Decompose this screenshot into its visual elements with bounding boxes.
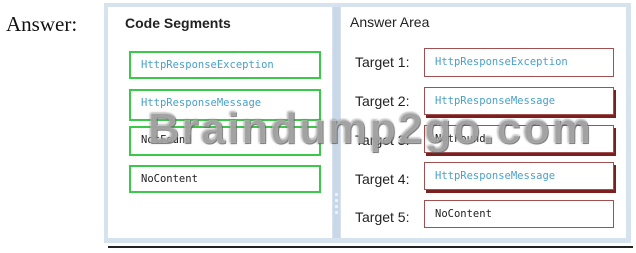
target-label: Target 1: <box>355 54 410 70</box>
code-segments-title: Code Segments <box>125 15 231 31</box>
target-drop-box[interactable]: NoContent <box>424 200 614 228</box>
bottom-rule <box>108 246 633 248</box>
watermark-text: Braindump2go.com <box>147 104 593 153</box>
top-resize-grip[interactable] <box>470 0 500 13</box>
answer-area-title: Answer Area <box>350 14 430 30</box>
target-label: Target 5: <box>355 209 410 225</box>
answer-label: Answer: <box>6 12 78 36</box>
target-drop-box[interactable]: HttpResponseException <box>424 48 614 77</box>
code-segment-item[interactable]: NoContent <box>129 165 321 193</box>
target-label: Target 4: <box>355 171 410 187</box>
target-drop-box[interactable]: HttpResponseMessage <box>424 162 614 190</box>
code-segment-item[interactable]: HttpResponseException <box>129 51 321 79</box>
